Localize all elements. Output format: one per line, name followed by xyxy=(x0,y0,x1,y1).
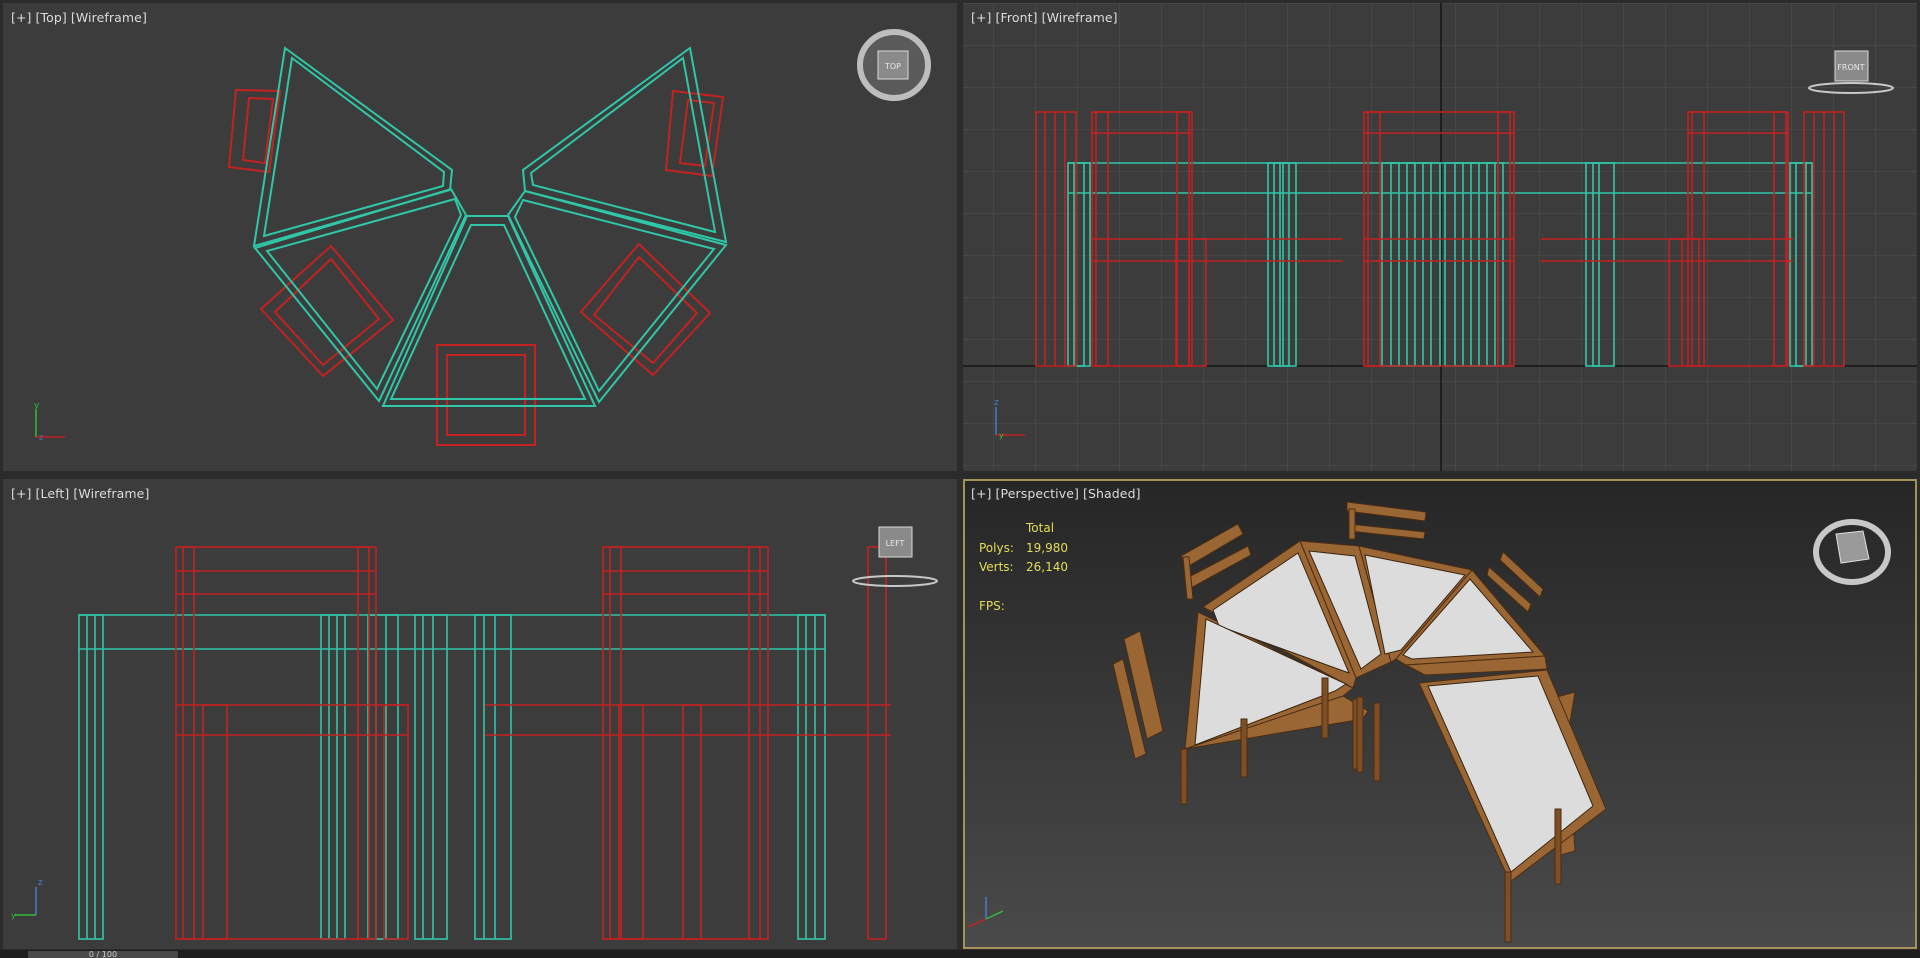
perspective-viewcube[interactable] xyxy=(1813,519,1891,585)
front-wireframe-scene: FRONT z y xyxy=(963,3,1917,471)
top-view-menu[interactable]: [Top] xyxy=(36,10,67,25)
svg-text:y: y xyxy=(34,401,40,411)
left-shading-menu[interactable]: [Wireframe] xyxy=(73,486,149,501)
front-viewport[interactable]: FRONT z y [+] [Front] [Wireframe] xyxy=(963,3,1917,471)
persp-shading-menu[interactable]: [Shaded] xyxy=(1083,486,1141,501)
stats-polys-label: Polys: xyxy=(979,540,1014,555)
persp-view-menu[interactable]: [Perspective] xyxy=(996,486,1079,501)
front-viewport-label: [+] [Front] [Wireframe] xyxy=(971,10,1122,25)
front-shading-menu[interactable]: [Wireframe] xyxy=(1042,10,1118,25)
left-plus-menu[interactable]: [+] xyxy=(11,486,32,501)
top-chairs xyxy=(227,88,725,446)
perspective-shaded-scene xyxy=(967,501,1891,943)
stats-polys-value: 19,980 xyxy=(1026,540,1068,555)
top-axis-gizmo: y z xyxy=(34,401,65,442)
svg-text:z: z xyxy=(39,433,43,442)
persp-plus-menu[interactable]: [+] xyxy=(971,486,992,501)
top-viewcube[interactable]: TOP xyxy=(857,29,931,101)
top-wireframe-scene: TOP y z xyxy=(34,29,931,446)
top-plus-menu[interactable]: [+] xyxy=(11,10,32,25)
front-view-menu[interactable]: [Front] xyxy=(996,10,1038,25)
svg-text:z: z xyxy=(994,398,999,408)
svg-text:y: y xyxy=(999,431,1004,440)
left-viewport-label: [+] [Left] [Wireframe] xyxy=(11,486,153,501)
svg-text:LEFT: LEFT xyxy=(886,539,905,548)
front-plus-menu[interactable]: [+] xyxy=(971,10,992,25)
left-viewcube[interactable]: LEFT xyxy=(852,526,938,587)
svg-text:y: y xyxy=(11,911,16,920)
stats-verts-label: Verts: xyxy=(979,560,1014,574)
time-slider[interactable]: 0 / 100 xyxy=(28,951,178,958)
top-tables xyxy=(252,46,728,407)
left-wireframe-scene: LEFT z y xyxy=(11,526,938,940)
left-tables xyxy=(78,614,826,940)
persp-table-tops xyxy=(1194,550,1594,873)
perspective-viewport[interactable]: [+] [Perspective] [Shaded] Total Polys: 19,… xyxy=(963,479,1917,949)
left-viewport[interactable]: LEFT z y [+] [Left] [Wireframe] xyxy=(3,479,957,949)
perspective-viewport-label: [+] [Perspective] [Shaded] xyxy=(971,486,1145,501)
top-viewport[interactable]: TOP y z [+] [Top] [Wireframe] xyxy=(3,3,957,471)
status-bar xyxy=(0,950,1920,958)
left-chairs xyxy=(175,546,891,940)
svg-text:FRONT: FRONT xyxy=(1837,63,1864,72)
svg-text:z: z xyxy=(38,878,43,888)
svg-text:TOP: TOP xyxy=(884,62,901,71)
top-viewport-label: [+] [Top] [Wireframe] xyxy=(11,10,151,25)
stats-total-label: Total xyxy=(1026,521,1055,535)
statistics-overlay: Total Polys: 19,980 Verts: 26,140 FPS: xyxy=(979,519,1068,616)
perspective-axis-gizmo xyxy=(967,897,1004,928)
stats-verts-value: 26,140 xyxy=(1026,560,1068,574)
stats-fps-label: FPS: xyxy=(979,598,1005,613)
left-axis-gizmo: z y xyxy=(11,878,43,920)
top-shading-menu[interactable]: [Wireframe] xyxy=(71,10,147,25)
left-view-menu[interactable]: [Left] xyxy=(36,486,70,501)
